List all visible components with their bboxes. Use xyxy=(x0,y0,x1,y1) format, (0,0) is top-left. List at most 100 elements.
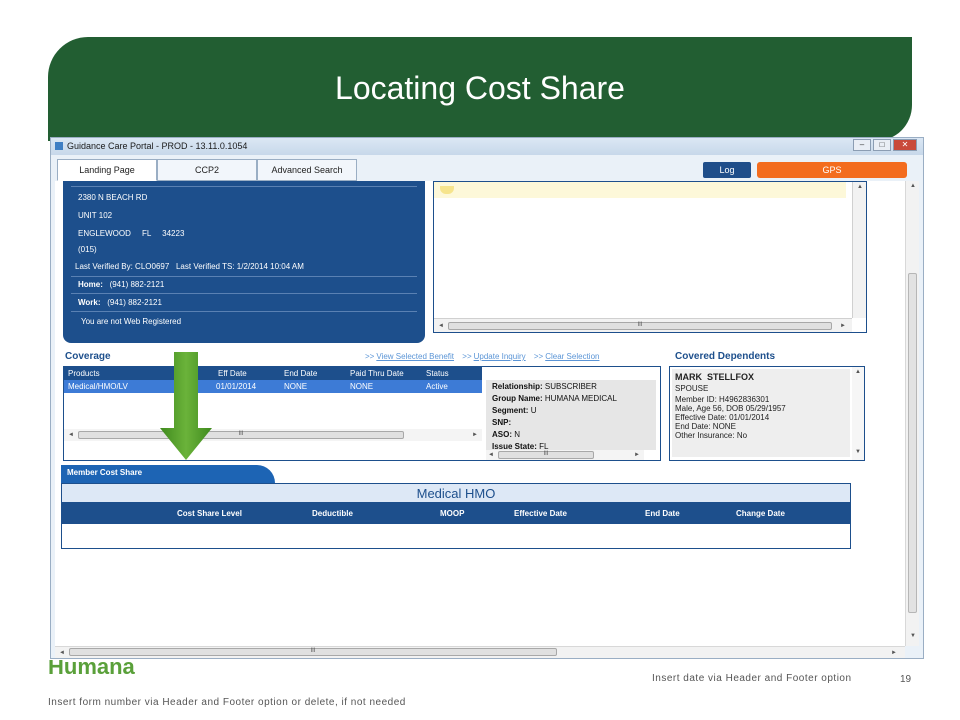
scroll-right-icon[interactable]: ► xyxy=(634,452,640,458)
dependent-other-insurance: Other Insurance: No xyxy=(675,431,748,440)
covered-dependents-panel: MARK STELLFOX SPOUSE Member ID: H4962836… xyxy=(669,366,865,461)
dependent-end-date: End Date: NONE xyxy=(675,422,736,431)
home-value: (941) 882-2121 xyxy=(109,280,165,289)
work-phone: Work: (941) 882-2121 xyxy=(78,298,162,307)
window-title: Guidance Care Portal - PROD - 13.11.0.10… xyxy=(67,141,248,151)
cell-end-date: NONE xyxy=(284,382,308,391)
scroll-left-icon[interactable]: ◄ xyxy=(488,452,494,458)
notes-vertical-scrollbar[interactable]: ▲ xyxy=(852,182,866,318)
scroll-down-icon[interactable]: ▼ xyxy=(910,633,916,639)
cell-eff-date: 01/01/2014 xyxy=(216,382,257,391)
coverage-label: Coverage xyxy=(65,351,111,362)
cell-product: Medical/HMO/LV xyxy=(68,382,128,391)
scroll-thumb[interactable] xyxy=(908,273,917,613)
dependents-vertical-scrollbar[interactable]: ▲ ▼ xyxy=(852,367,864,460)
col-status: Status xyxy=(426,369,449,378)
page-number: 19 xyxy=(900,674,912,685)
last-verified-by-label: Last Verified By: xyxy=(75,262,133,271)
address-unit: UNIT 102 xyxy=(78,211,113,220)
scroll-thumb[interactable]: III xyxy=(498,451,594,459)
tab-advanced-search[interactable]: Advanced Search xyxy=(257,159,357,181)
divider xyxy=(71,186,417,187)
window-controls: – □ ✕ xyxy=(853,139,917,151)
minimize-button[interactable]: – xyxy=(853,139,871,151)
coverage-horizontal-scrollbar[interactable]: ◄ III ► xyxy=(64,429,482,441)
col-cost-share-level: Cost Share Level xyxy=(177,509,242,518)
address-city: ENGLEWOOD FL 34223 xyxy=(78,229,185,238)
main-horizontal-scrollbar[interactable]: ◄ III ► xyxy=(55,646,905,658)
detail-segment: Segment: U xyxy=(492,406,537,415)
note-icon xyxy=(440,186,454,194)
member-cost-share-tab[interactable]: Member Cost Share xyxy=(61,465,275,483)
scroll-thumb[interactable]: III xyxy=(448,322,832,330)
last-verified: Last Verified By: CLO0697 Last Verified … xyxy=(75,262,304,271)
coverage-table: Products Eff Date End Date Paid Thru Dat… xyxy=(63,366,661,461)
footer-date: Insert date via Header and Footer option xyxy=(652,673,852,684)
down-arrow-icon xyxy=(160,352,212,460)
scroll-thumb[interactable]: III xyxy=(69,648,557,656)
tab-ccp2[interactable]: CCP2 xyxy=(157,159,257,181)
main-vertical-scrollbar[interactable]: ▲ ▼ xyxy=(905,181,919,646)
log-button[interactable]: Log xyxy=(703,162,751,178)
work-label: Work: xyxy=(78,298,101,307)
gps-button[interactable]: GPS xyxy=(757,162,907,178)
detail-relationship: Relationship: SUBSCRIBER xyxy=(492,382,597,391)
col-eff-date: Eff Date xyxy=(218,369,247,378)
last-verified-ts: 1/2/2014 10:04 AM xyxy=(236,262,304,271)
notes-panel: ▲ ◄ III ► xyxy=(433,181,867,333)
cost-share-header: Cost Share Level Deductible MOOP Effecti… xyxy=(62,503,850,524)
maximize-button[interactable]: □ xyxy=(873,139,891,151)
details-horizontal-scrollbar[interactable]: ◄ III ► xyxy=(486,450,644,460)
dependent-demographics: Male, Age 56, DOB 05/29/1957 xyxy=(675,404,786,413)
scroll-up-icon[interactable]: ▲ xyxy=(855,369,861,375)
scroll-left-icon[interactable]: ◄ xyxy=(59,650,65,656)
link-prefix: >> xyxy=(533,352,544,361)
note-bar xyxy=(434,182,846,198)
link-prefix: >> xyxy=(365,352,375,361)
app-icon xyxy=(55,142,63,150)
last-verified-ts-label: Last Verified TS: xyxy=(175,262,235,271)
col-end-date: End Date xyxy=(645,509,680,518)
col-end-date: End Date xyxy=(284,369,318,378)
scroll-down-icon[interactable]: ▼ xyxy=(855,449,861,455)
cell-status: Active xyxy=(426,382,448,391)
dependent-relation: SPOUSE xyxy=(675,384,709,393)
scroll-up-icon[interactable]: ▲ xyxy=(857,184,863,190)
col-paid-thru-date: Paid Thru Date xyxy=(350,369,404,378)
home-label: Home: xyxy=(78,280,103,289)
table-row[interactable]: Medical/HMO/LV 01/01/2014 NONE NONE Acti… xyxy=(64,380,482,393)
humana-logo: Humana xyxy=(48,660,135,674)
col-products: Products xyxy=(68,369,100,378)
col-change-date: Change Date xyxy=(736,509,785,518)
scroll-right-icon[interactable]: ► xyxy=(891,650,897,656)
tab-bar: Landing Page CCP2 Advanced Search Log GP… xyxy=(55,159,921,181)
scroll-thumb[interactable]: III xyxy=(78,431,404,439)
tab-landing-page[interactable]: Landing Page xyxy=(57,159,157,181)
detail-snp: SNP: xyxy=(492,418,512,427)
close-button[interactable]: ✕ xyxy=(893,139,917,151)
window-titlebar: Guidance Care Portal - PROD - 13.11.0.10… xyxy=(51,138,923,155)
divider xyxy=(71,311,417,312)
last-verified-by: CLO0697 xyxy=(135,262,170,271)
member-cost-share-table: Medical HMO Cost Share Level Deductible … xyxy=(61,483,851,549)
dependent-effective-date: Effective Date: 01/01/2014 xyxy=(675,413,770,422)
dependent-card[interactable]: MARK STELLFOX SPOUSE Member ID: H4962836… xyxy=(672,369,850,457)
scroll-right-icon[interactable]: ► xyxy=(840,323,846,329)
work-value: (941) 882-2121 xyxy=(107,298,162,307)
scroll-up-icon[interactable]: ▲ xyxy=(910,183,916,189)
col-moop: MOOP xyxy=(440,509,465,518)
clear-selection-link[interactable]: Clear Selection xyxy=(545,352,599,361)
web-registration-status: You are not Web Registered xyxy=(81,317,182,326)
scroll-right-icon[interactable]: ► xyxy=(472,432,478,438)
view-selected-benefit-link[interactable]: View Selected Benefit xyxy=(376,352,454,361)
update-inquiry-link[interactable]: Update Inquiry xyxy=(474,352,526,361)
notes-horizontal-scrollbar[interactable]: ◄ III ► xyxy=(434,318,852,332)
detail-group-name: Group Name: HUMANA MEDICAL xyxy=(492,394,617,403)
covered-dependents-label: Covered Dependents xyxy=(675,351,776,362)
link-prefix: >> xyxy=(462,352,472,361)
coverage-details: Relationship: SUBSCRIBER Group Name: HUM… xyxy=(486,380,656,451)
scroll-left-icon[interactable]: ◄ xyxy=(438,323,444,329)
scroll-left-icon[interactable]: ◄ xyxy=(68,432,74,438)
col-effective-date: Effective Date xyxy=(514,509,567,518)
col-deductible: Deductible xyxy=(312,509,353,518)
